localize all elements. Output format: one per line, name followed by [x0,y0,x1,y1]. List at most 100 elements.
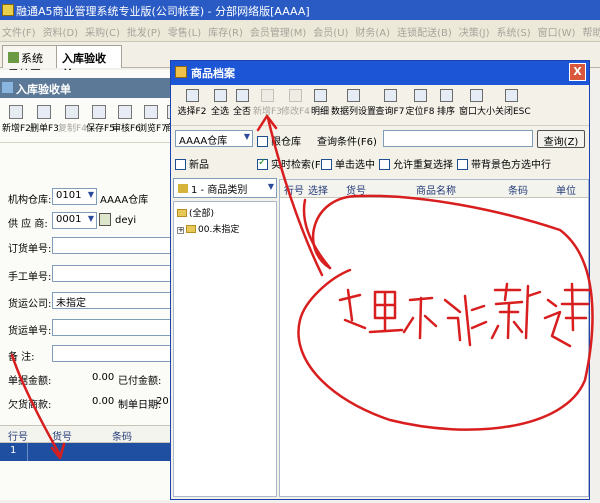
tab-receipt[interactable]: 入库验收单 [56,45,122,81]
menu-item[interactable]: 连锁配送(B) [397,28,452,39]
dialog-icon [175,66,187,78]
select-button[interactable]: 选择F2 [175,87,209,125]
org-warehouse-code-select[interactable]: 0101 [52,188,97,205]
category-icon [178,184,188,193]
category-select[interactable]: 1 - 商品类别 [173,178,277,198]
menu-item[interactable]: 文件(F) [2,28,36,39]
menu-item[interactable]: 批发(P) [127,28,161,39]
receipt-grid-header: 行号 货号 条码 [0,425,185,443]
dialog-title-bar: 商品档案 X [171,61,589,85]
tab-navigation-map[interactable]: 系统导航图 [2,45,58,81]
limit-warehouse-checkbox[interactable]: 限仓库 [257,133,301,148]
magnifier-icon [213,89,227,102]
col-unit: 单位 [556,186,576,197]
waybill-input[interactable] [52,319,182,336]
goods-archive-dialog: 商品档案 X 选择F2 全选 全否 新增F3 修改F4 明细 数据列设置 查询F… [170,60,590,500]
menu-item[interactable]: 会员管理(M) [250,28,306,39]
note-input[interactable] [52,345,182,362]
window-size-button[interactable]: 窗口大小 [459,87,495,125]
menu-item[interactable]: 资料(D) [43,28,79,39]
owed-value: 0.00 [92,396,115,407]
new-item-checkbox[interactable]: 新品 [175,156,209,171]
col-select: 选择 [308,186,328,197]
supplier-lookup-icon[interactable] [99,213,111,226]
col-row-no: 行号 [8,432,28,443]
binoculars-icon [383,89,397,102]
app-title-bar: 融通A5商业管理系统专业版(公司帐套) - 分部网络版[AAAA] [0,0,600,20]
menu-item[interactable]: 财务(A) [355,28,390,39]
close-esc-button[interactable]: 关闭ESC [495,87,531,125]
audit-doc-button[interactable]: 审核F6 [112,103,141,141]
edit-icon [288,89,302,102]
save-doc-button[interactable]: 保存F5 [86,103,115,141]
locate-icon [413,89,427,102]
map-icon [8,52,19,63]
menu-item[interactable]: 零售(L) [168,28,201,39]
document-icon [2,82,13,93]
supplier-code-select[interactable]: 0001 [52,212,97,229]
magnifier-icon [235,89,249,102]
carrier-label: 货运公司: [8,299,52,310]
bg-color-row-checkbox[interactable]: 带背景色方选中行 [457,156,551,171]
menu-bar: 文件(F) 资料(D) 采购(C) 批发(P) 零售(L) 库存(R) 会员管理(M) 会员(… [0,20,600,42]
new-icon [260,89,274,102]
exit-icon [504,89,518,102]
select-icon [185,89,199,102]
expand-icon[interactable]: + [177,227,184,234]
single-click-checkbox[interactable]: 单击选中 [321,156,375,171]
tree-node-all[interactable]: (全部) [177,206,214,219]
app-logo-icon [2,4,14,16]
locate-button[interactable]: 定位F8 [405,87,435,125]
date-label: 制单日期: [118,400,162,411]
menu-item[interactable]: 会员(U) [313,28,348,39]
query-condition-input[interactable] [383,130,533,147]
new-goods-button[interactable]: 新增F3 [253,87,282,125]
browse-doc-button[interactable]: 浏览F7 [138,103,167,141]
realtime-search-checkbox[interactable]: 实时检索(F9) [257,156,331,171]
save-icon [92,105,106,119]
copy-doc-button[interactable]: 复制F4 [58,103,87,141]
amount-label: 单据金额: [8,376,52,387]
carrier-input[interactable]: 未指定 [52,292,182,309]
menu-item[interactable]: 库存(R) [208,28,243,39]
query-button[interactable]: 查询F7 [375,87,405,125]
supplier-label: 供 应 商: [8,219,48,230]
menu-item[interactable]: 采购(C) [85,28,120,39]
receipt-grid-cell[interactable] [27,443,175,461]
tree-node-unassigned[interactable]: +00.未指定 [177,222,239,235]
select-none-button[interactable]: 全否 [231,87,253,125]
menu-item[interactable]: 决策(J) [459,28,490,39]
allow-repeat-checkbox[interactable]: 允许重复选择 [379,156,453,171]
waybill-label: 货运单号: [8,326,52,337]
org-warehouse-name: AAAA仓库 [100,195,149,206]
menu-item[interactable]: 窗口(W) [538,28,576,39]
menu-item[interactable]: 系统(S) [497,28,531,39]
menu-item[interactable]: 帮助(H) [582,28,600,39]
select-all-button[interactable]: 全选 [209,87,231,125]
detail-button[interactable]: 明细 [309,87,331,125]
query-condition-label: 查询条件(F6) [317,137,377,148]
delete-doc-button[interactable]: 删单F3 [30,103,59,141]
col-item-no: 货号 [346,186,366,197]
browse-icon [144,105,158,119]
order-no-input[interactable] [52,237,182,254]
dialog-toolbar: 选择F2 全选 全否 新增F3 修改F4 明细 数据列设置 查询F7 定位F8 … [171,86,589,126]
col-item-no: 货号 [52,432,72,443]
note-label: 备 注: [8,352,35,363]
sort-button[interactable]: 排序 [435,87,457,125]
edit-goods-button[interactable]: 修改F4 [281,87,310,125]
delete-icon [37,105,51,119]
manual-no-label: 手工单号: [8,272,52,283]
warehouse-select[interactable]: AAAA仓库 [175,130,253,147]
dialog-filter-area: AAAA仓库 限仓库 查询条件(F6) 查询(Z) 新品 实时检索(F9) 单击… [171,127,589,173]
receipt-toolbar: 新增F2 删单F3 复制F4 保存F5 审核F6 浏览F7 商品 [0,103,185,143]
sort-icon [439,89,453,102]
supplier-name: deyi [115,215,137,226]
folder-icon [177,209,187,217]
folder-icon [186,225,196,233]
query-submit-button[interactable]: 查询(Z) [537,130,585,148]
close-button[interactable]: X [569,63,586,81]
manual-no-input[interactable] [52,265,182,282]
new-doc-button[interactable]: 新增F2 [2,103,31,141]
column-settings-button[interactable]: 数据列设置 [331,87,376,125]
